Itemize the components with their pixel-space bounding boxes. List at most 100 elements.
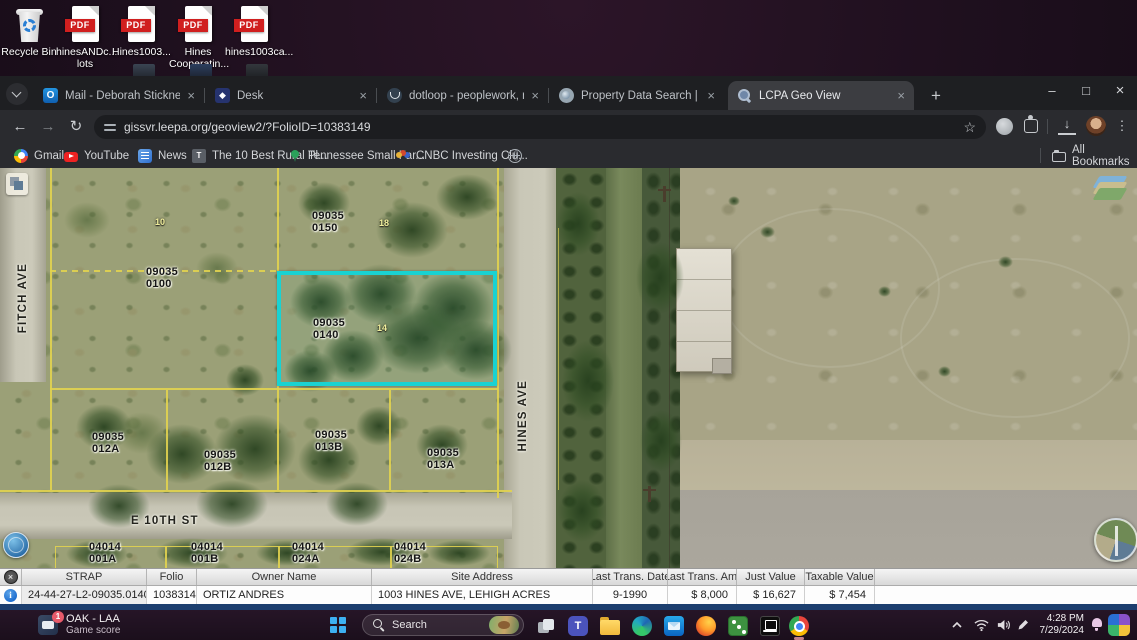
firefox-button[interactable] xyxy=(694,614,718,638)
extension-icon[interactable] xyxy=(996,118,1013,135)
parcel-attribute-table: × STRAP Folio Owner Name Site Address La… xyxy=(0,568,1137,604)
search-highlight-image xyxy=(489,616,519,634)
tab-lcpa-geo-view-active[interactable]: LCPA Geo View × xyxy=(728,81,914,110)
new-tab-button[interactable]: + xyxy=(924,84,948,108)
tray-clock[interactable]: 4:28 PM 7/29/2024 xyxy=(1028,613,1084,637)
window-maximize-button[interactable]: □ xyxy=(1069,76,1103,108)
all-bookmarks-button[interactable]: All Bookmarks xyxy=(1052,147,1137,164)
start-button[interactable] xyxy=(330,617,346,633)
widgets-weather-button[interactable]: 1 OAK - LAA Game score xyxy=(38,613,120,636)
extensions-puzzle-icon[interactable] xyxy=(1024,119,1038,133)
bookmark-globe[interactable] xyxy=(508,147,522,164)
file-explorer-button[interactable] xyxy=(598,614,622,638)
edge-icon xyxy=(632,616,652,636)
game-app-button[interactable] xyxy=(726,614,750,638)
youtube-icon xyxy=(64,152,78,162)
back-button[interactable]: ← xyxy=(8,115,32,139)
gis-map-viewport[interactable]: 090350150 090350100 090350140 09035012A … xyxy=(0,168,1137,568)
browser-menu-icon[interactable]: ⋮ xyxy=(1114,116,1130,136)
tab-title: Property Data Search | Lee Cou xyxy=(581,90,700,102)
partial-desktop-icon xyxy=(190,64,212,76)
tab-close-icon[interactable]: × xyxy=(359,89,367,102)
cell-folio: 10383149 xyxy=(147,586,197,604)
tab-close-icon[interactable]: × xyxy=(531,89,539,102)
column-header-last-trans-date: Last Trans. Date xyxy=(593,569,668,585)
building-annex xyxy=(712,358,732,374)
laptop-icon xyxy=(760,616,780,636)
tab-separator xyxy=(376,88,377,103)
bookmark-gmail[interactable]: Gmail xyxy=(14,147,64,164)
window-minimize-button[interactable]: – xyxy=(1035,76,1069,108)
task-view-button[interactable] xyxy=(534,614,558,638)
screen: Recycle Bin PDF hinesANDc... lots PDF Hi… xyxy=(0,0,1137,640)
site-settings-icon[interactable] xyxy=(104,122,116,132)
laptop-app-button[interactable] xyxy=(758,614,782,638)
address-bar[interactable]: gissvr.leepa.org/geoview2/?FolioID=10383… xyxy=(94,115,986,139)
layers-control-icon[interactable] xyxy=(1096,176,1126,202)
globe-control-icon[interactable] xyxy=(3,532,29,558)
profile-avatar[interactable] xyxy=(1086,116,1106,136)
parcel-label: 09035013B xyxy=(315,430,347,453)
outlook-button[interactable] xyxy=(662,614,686,638)
teams-icon: T xyxy=(568,616,588,636)
wifi-icon[interactable] xyxy=(974,618,989,632)
parcel-label: 09035012B xyxy=(204,450,236,473)
tray-chevron-icon[interactable] xyxy=(950,618,964,632)
pdf-file-icon: PDF xyxy=(68,6,102,44)
tab-desk[interactable]: ◆ Desk × xyxy=(206,81,376,110)
widget-title: OAK - LAA xyxy=(66,613,120,625)
bookmark-star-icon[interactable]: ☆ xyxy=(963,119,976,136)
window-close-button[interactable]: × xyxy=(1103,76,1137,108)
lot-number-marker: 10 xyxy=(155,217,165,227)
teams-button[interactable]: T xyxy=(566,614,590,638)
table-row[interactable]: i 24-44-27-L2-09035.0140 10383149 ORTIZ … xyxy=(0,586,1137,604)
parcel-label: 04014024A xyxy=(292,542,324,565)
gmail-icon xyxy=(14,149,28,163)
header-filler xyxy=(875,569,1137,585)
overview-compass-control[interactable] xyxy=(1094,518,1137,562)
map-pin-icon xyxy=(288,149,302,163)
bookmark-news[interactable]: News xyxy=(138,147,187,164)
copilot-widgets-icon[interactable] xyxy=(1108,614,1130,636)
reload-button[interactable]: ↻ xyxy=(64,115,88,139)
open-field xyxy=(680,168,1137,440)
tab-property-data-search[interactable]: Property Data Search | Lee Cou × xyxy=(550,81,724,110)
parcel-label: 04014001A xyxy=(89,542,121,565)
tab-close-icon[interactable]: × xyxy=(707,89,715,102)
cell-last-trans-date: 9-1990 xyxy=(593,586,668,604)
forward-button[interactable]: → xyxy=(36,115,60,139)
taskbar-search-box[interactable]: Search xyxy=(362,614,524,636)
active-app-indicator xyxy=(794,637,804,640)
url-text[interactable]: gissvr.leepa.org/geoview2/?FolioID=10383… xyxy=(124,120,955,134)
desktop-icon-pdf-4[interactable]: PDF hines1003ca... xyxy=(225,6,283,59)
toolbar-separator xyxy=(1047,119,1048,134)
downloads-icon[interactable]: ↓ xyxy=(1058,117,1076,135)
notification-bell-icon[interactable] xyxy=(1090,618,1103,631)
clock-date: 7/29/2024 xyxy=(1028,625,1084,637)
firefox-icon xyxy=(696,616,716,636)
map-tool-button[interactable] xyxy=(6,173,28,195)
globe-icon xyxy=(508,149,522,163)
cnbc-icon xyxy=(396,149,410,163)
power-line xyxy=(669,168,670,568)
desktop-icon-recycle-bin[interactable]: Recycle Bin xyxy=(0,6,58,59)
tab-search-chevron-button[interactable] xyxy=(6,83,28,105)
volume-icon[interactable] xyxy=(996,618,1011,632)
tab-close-icon[interactable]: × xyxy=(897,89,905,102)
desktop-icon-pdf-1[interactable]: PDF hinesANDc... lots xyxy=(56,6,114,70)
desktop-icon-pdf-2[interactable]: PDF Hines1003... xyxy=(112,6,170,59)
column-header-last-trans-amt: Last Trans. Amt xyxy=(668,569,737,585)
geo-view-icon xyxy=(737,88,752,103)
tab-dotloop[interactable]: dotloop - peoplework, not pap × xyxy=(378,81,548,110)
lot-number-marker: 14 xyxy=(377,323,387,333)
chrome-button-active[interactable] xyxy=(787,614,811,638)
tab-mail-outlook[interactable]: O Mail - Deborah Stickney - Outlo × xyxy=(34,81,204,110)
desktop-icon-pdf-3[interactable]: PDF Hines Cooperatin... xyxy=(169,6,227,70)
utility-pole xyxy=(663,186,666,202)
desk-icon: ◆ xyxy=(215,88,230,103)
info-icon[interactable]: i xyxy=(4,589,17,602)
tab-close-icon[interactable]: × xyxy=(187,89,195,102)
edge-button[interactable] xyxy=(630,614,654,638)
table-close-button[interactable]: × xyxy=(4,570,18,584)
bookmark-youtube[interactable]: YouTube xyxy=(64,147,129,164)
